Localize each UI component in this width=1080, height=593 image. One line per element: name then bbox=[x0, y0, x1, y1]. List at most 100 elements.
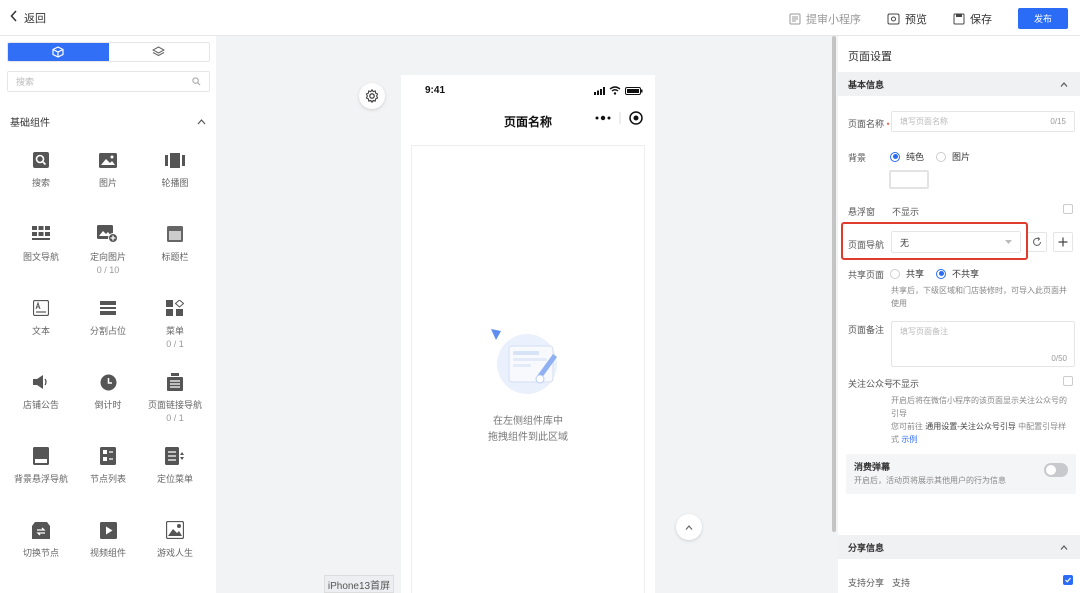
preview-button[interactable]: 预览 bbox=[887, 11, 927, 27]
review-label: 提审小程序 bbox=[806, 13, 861, 26]
group-title: 基础组件 bbox=[10, 118, 50, 129]
canvas-scrollbar[interactable] bbox=[832, 36, 836, 532]
component-search[interactable]: 搜索 bbox=[8, 149, 74, 189]
status-bar: 9:41 bbox=[401, 75, 655, 105]
component-label: 游戏人生 bbox=[156, 548, 193, 558]
component-count: 0 / 1 bbox=[166, 413, 184, 423]
component-switch-node[interactable]: 切换节点 bbox=[8, 519, 74, 559]
component-title-bar[interactable]: 标题栏 bbox=[142, 223, 208, 263]
add-nav-button[interactable] bbox=[1053, 232, 1073, 252]
section-title: 分享信息 bbox=[848, 542, 885, 553]
component-label: 分割占位 bbox=[89, 326, 126, 336]
component-image[interactable]: 图片 bbox=[75, 149, 141, 189]
bg-image-label: 图片 bbox=[952, 152, 971, 162]
component-directed-image[interactable]: 定向图片 0 / 10 bbox=[75, 223, 141, 277]
component-game[interactable]: 游戏人生 bbox=[142, 519, 208, 559]
component-text[interactable]: 文本 bbox=[8, 297, 74, 337]
page-settings-button[interactable] bbox=[359, 83, 385, 109]
component-search[interactable]: 搜索 bbox=[7, 71, 210, 92]
component-video[interactable]: 视频组件 bbox=[75, 519, 141, 559]
bg-color-swatch[interactable] bbox=[889, 170, 929, 189]
chevron-up-icon bbox=[1060, 81, 1068, 87]
tab-layers[interactable] bbox=[109, 43, 210, 61]
page-nav-highlight bbox=[841, 222, 1028, 260]
component-label: 倒计时 bbox=[94, 400, 122, 410]
component-locate-menu[interactable]: 定位菜单 bbox=[142, 445, 208, 485]
bg-radio-solid[interactable]: 纯色 bbox=[890, 150, 924, 163]
record-icon bbox=[629, 111, 643, 125]
consume-danmaku-toggle[interactable] bbox=[1044, 463, 1068, 477]
status-time: 9:41 bbox=[425, 85, 446, 96]
divider-icon bbox=[100, 301, 116, 315]
text-icon bbox=[33, 300, 49, 316]
support-share-label: 支持分享 bbox=[848, 578, 885, 588]
follow-account-checkbox[interactable] bbox=[1063, 376, 1073, 386]
top-bar: 返回 提审小程序 预览 保存 发布 bbox=[0, 0, 1080, 36]
share-info-section-header[interactable]: 分享信息 bbox=[838, 535, 1080, 559]
save-button[interactable]: 保存 bbox=[953, 11, 992, 27]
background-label: 背景 bbox=[848, 153, 867, 163]
follow-hint-text: 您可前往 bbox=[891, 422, 923, 431]
component-carousel[interactable]: 轮播图 bbox=[142, 149, 208, 189]
follow-hint-text: 式 bbox=[891, 435, 899, 444]
component-label: 文本 bbox=[31, 326, 50, 336]
follow-account-label: 关注公众号 bbox=[848, 379, 894, 389]
component-label: 定向图片 bbox=[89, 252, 126, 262]
refresh-nav-button[interactable] bbox=[1027, 232, 1047, 252]
component-float-nav[interactable]: 背景悬浮导航 bbox=[8, 445, 74, 485]
publish-button[interactable]: 发布 bbox=[1018, 8, 1068, 29]
tab-components[interactable] bbox=[8, 43, 109, 61]
back-button[interactable]: 返回 bbox=[10, 10, 46, 26]
group-basic-header[interactable]: 基础组件 bbox=[10, 114, 206, 129]
component-page-link-nav[interactable]: 页面链接导航 0 / 1 bbox=[142, 371, 208, 425]
component-drop-zone[interactable]: 在左侧组件库中 拖拽组件到此区域 bbox=[411, 145, 645, 593]
mini-program-capsule[interactable] bbox=[595, 111, 643, 125]
component-label: 标题栏 bbox=[161, 252, 189, 262]
section-title: 基本信息 bbox=[848, 79, 885, 90]
review-button[interactable]: 提审小程序 bbox=[789, 11, 861, 27]
follow-hint-line3: 您可前往 通用设置-关注公众号引导 中配置引导样 bbox=[891, 420, 1077, 433]
scroll-top-button[interactable] bbox=[676, 514, 702, 540]
float-nav-icon bbox=[33, 447, 49, 465]
bg-radio-image[interactable]: 图片 bbox=[936, 150, 970, 163]
component-store-notice[interactable]: 店铺公告 bbox=[8, 371, 74, 411]
title-bar-icon bbox=[167, 226, 183, 242]
image-plus-icon bbox=[97, 225, 118, 243]
float-window-checkbox[interactable] bbox=[1063, 204, 1073, 214]
component-label: 菜单 bbox=[165, 326, 184, 336]
basic-info-section-header[interactable]: 基本信息 bbox=[838, 72, 1080, 96]
float-window-label: 悬浮窗 bbox=[848, 207, 876, 217]
locate-menu-icon bbox=[165, 447, 184, 465]
component-label: 店铺公告 bbox=[22, 400, 59, 410]
consume-label: 消费弹幕 bbox=[854, 462, 891, 472]
share-radio-yes[interactable]: 共享 bbox=[890, 267, 924, 280]
component-countdown[interactable]: 倒计时 bbox=[75, 371, 141, 411]
remark-count: 0/50 bbox=[1051, 354, 1067, 363]
component-label: 节点列表 bbox=[89, 474, 126, 484]
plus-icon bbox=[1058, 237, 1068, 247]
top-actions: 提审小程序 预览 保存 发布 bbox=[789, 8, 1068, 29]
menu-icon bbox=[166, 300, 184, 316]
speaker-icon bbox=[33, 375, 47, 389]
page-name-input[interactable]: 填写页面名称 0/15 bbox=[891, 111, 1075, 132]
required-mark: • bbox=[886, 119, 890, 129]
component-grid-nav[interactable]: 图文导航 bbox=[8, 223, 74, 263]
radio-dot bbox=[890, 268, 900, 279]
chevron-up-icon bbox=[197, 118, 206, 124]
share-radio-no[interactable]: 不共享 bbox=[936, 267, 979, 280]
example-link[interactable]: 示例 bbox=[901, 435, 917, 444]
component-menu[interactable]: 菜单 0 / 1 bbox=[142, 297, 208, 351]
follow-account-value: 不显示 bbox=[892, 379, 920, 389]
component-divider[interactable]: 分割占位 bbox=[75, 297, 141, 337]
component-label: 背景悬浮导航 bbox=[13, 474, 68, 484]
follow-hint-line4: 式 示例 bbox=[891, 433, 1077, 446]
component-node-list[interactable]: 节点列表 bbox=[75, 445, 141, 485]
background-radio-group: 纯色 图片 bbox=[890, 150, 982, 163]
support-share-checkbox[interactable] bbox=[1063, 575, 1073, 585]
follow-hint-text: 中配置引导样 bbox=[1018, 422, 1067, 431]
page-remark-textarea[interactable]: 填写页面备注 0/50 bbox=[891, 321, 1075, 367]
chevron-up-icon bbox=[1060, 544, 1068, 550]
follow-hint-line1: 开启后将在微信小程序的该页面显示关注公众号的 bbox=[891, 396, 1067, 405]
empty-illustration bbox=[491, 329, 557, 394]
component-label: 图文导航 bbox=[22, 252, 59, 262]
